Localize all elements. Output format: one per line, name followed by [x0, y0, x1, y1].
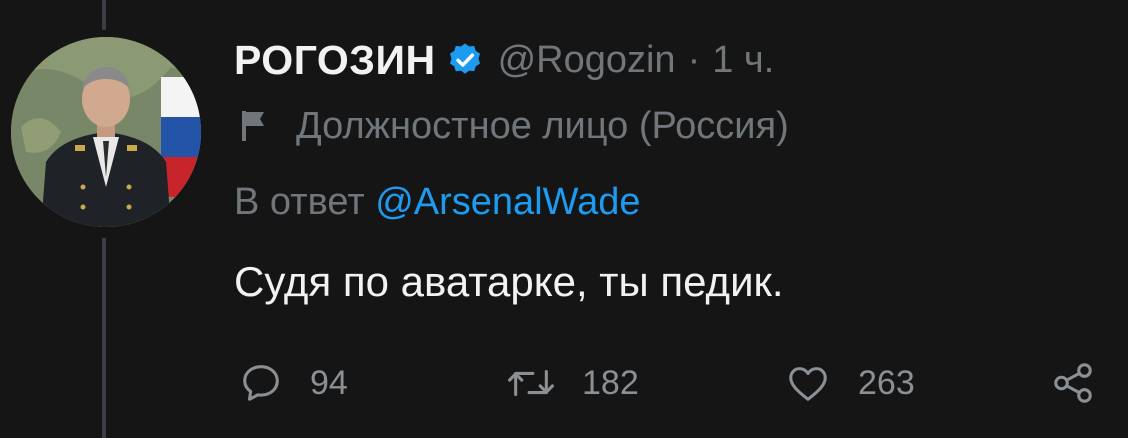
reply-button[interactable]: 94	[238, 353, 348, 413]
retweet-button[interactable]: 182	[506, 353, 639, 413]
like-button[interactable]: 263	[784, 353, 915, 413]
reply-prefix: В ответ	[234, 181, 365, 223]
gov-label-row[interactable]: Должностное лицо (Россия)	[234, 96, 1108, 156]
tweet-timestamp[interactable]: 1 ч.	[712, 39, 774, 82]
separator-dot: ·	[687, 38, 701, 81]
action-bar: 94 182 263	[234, 353, 1108, 413]
reply-mention-link[interactable]: @ArsenalWade	[375, 181, 640, 223]
tweet-body: РОГОЗИН @Rogozin · 1 ч. Должностное лицо…	[234, 28, 1108, 310]
speech-bubble-icon	[238, 360, 284, 406]
gov-label-text: Должностное лицо (Россия)	[296, 104, 789, 147]
share-nodes-icon	[1050, 360, 1096, 406]
author-name[interactable]: РОГОЗИН	[234, 37, 436, 84]
retweet-arrows-icon	[506, 360, 556, 406]
avatar[interactable]	[11, 37, 201, 227]
tweet-header: РОГОЗИН @Rogozin · 1 ч.	[234, 28, 1108, 92]
tweet-text: Судя по аватарке, ты педик.	[234, 258, 784, 305]
like-count: 263	[858, 363, 915, 402]
heart-icon	[784, 360, 832, 406]
thread-line-top	[102, 0, 106, 30]
verified-check-icon	[446, 41, 484, 79]
author-handle[interactable]: @Rogozin	[498, 39, 676, 82]
thread-line-bottom	[102, 238, 106, 438]
reply-context: В ответ @ArsenalWade	[234, 176, 1108, 228]
flag-icon	[234, 109, 274, 143]
share-button[interactable]	[1050, 353, 1096, 413]
retweet-count: 182	[582, 363, 639, 402]
reply-count: 94	[310, 363, 348, 402]
